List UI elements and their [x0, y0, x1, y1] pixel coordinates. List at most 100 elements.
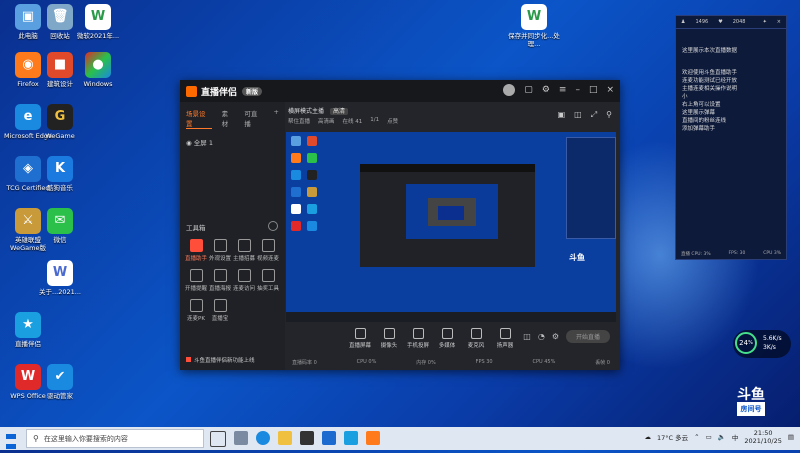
screen-capture-button[interactable]: 直播屏幕	[346, 327, 374, 349]
stream-stats: 帮住直播 高清画 在线 41 1/1 点赞	[288, 117, 399, 125]
heart-icon: ♥	[718, 19, 723, 25]
douyu-taskbar-icon[interactable]	[366, 431, 380, 445]
preview-side-panel	[566, 137, 616, 239]
mini-icon	[307, 153, 317, 163]
volume-icon[interactable]: 🔈	[718, 433, 726, 441]
more-icon[interactable]	[268, 221, 278, 231]
mini-icon	[291, 204, 301, 214]
eye-icon[interactable]: ◉	[186, 139, 192, 147]
panel-line: 欢迎使用斗鱼直播助手	[682, 70, 738, 76]
quality-badge[interactable]: 高清	[329, 108, 348, 115]
wegame-icon: G	[47, 104, 73, 130]
windows-start-icon[interactable]	[6, 433, 17, 449]
desktop-icon-driver[interactable]: ✔ 驱动管家	[34, 364, 86, 400]
panel-footer: 直播 CPU: 3% FPS: 30 CPU 3%	[681, 251, 781, 257]
scene-item[interactable]: ◉ 全屏 1	[180, 135, 285, 149]
desktop-icon-broadcast[interactable]: ★ 直播伴侣	[2, 312, 54, 348]
clock[interactable]: 21:50 2021/10/25	[744, 429, 781, 445]
close-icon[interactable]: ×	[777, 19, 781, 25]
panel-header: ♟ 1496 ♥ 2048 ✦ ×	[676, 16, 786, 29]
store-icon[interactable]	[300, 431, 314, 445]
desktop-icon-kugou[interactable]: K 酷狗音乐	[34, 156, 86, 192]
panel-line: 小	[682, 94, 688, 100]
desktop-icon-file-2[interactable]: W 保存并同步化...处理...	[508, 4, 560, 48]
window-controls: ▢ ⚙ ≡ – □ ×	[503, 84, 614, 96]
minimize-icon[interactable]: –	[575, 85, 580, 96]
media-button[interactable]: 多媒体	[433, 327, 461, 349]
network-icon[interactable]: ▭	[706, 433, 712, 441]
notification-icon[interactable]: ▤	[788, 433, 794, 441]
cortana-icon[interactable]	[234, 431, 248, 445]
edge-icon[interactable]	[256, 431, 270, 445]
weather-text[interactable]: 17°C 多云	[657, 432, 688, 442]
tab-scene[interactable]: 场景设置	[186, 108, 212, 129]
search-icon: ⚲	[33, 434, 39, 443]
desktop-icon-file-1[interactable]: W 微软2021年...	[72, 4, 124, 40]
tool-item[interactable]: 开播提醒	[184, 269, 208, 292]
feature-tip[interactable]: 斗鱼直播伴侣新功能上线	[186, 356, 255, 364]
camera-button[interactable]: 摄像头	[375, 327, 403, 349]
network-monitor-widget[interactable]: 24% 5.6K/s 3K/s	[733, 330, 791, 358]
desktop-icon-doc-2[interactable]: W 关于...2021...	[34, 260, 86, 296]
fullscreen-icon[interactable]: ⤢	[591, 110, 597, 120]
avatar[interactable]	[503, 84, 516, 96]
speaker-button[interactable]: 扬声器	[491, 327, 519, 349]
tool-item[interactable]: 抽奖工具	[256, 269, 280, 292]
tool-item[interactable]: 外观设置	[208, 239, 232, 262]
mode-info: 横屏模式主播 高清	[288, 106, 348, 115]
chevron-up-icon[interactable]: ⌃	[694, 433, 699, 441]
close-icon[interactable]: ×	[606, 85, 614, 96]
tool-item[interactable]: 直播宝	[208, 299, 232, 322]
tab-material[interactable]: 素材	[222, 108, 235, 129]
pin-icon[interactable]: ✦	[763, 19, 767, 25]
crop-icon[interactable]: ▣	[558, 110, 566, 120]
danmaku-panel[interactable]: ♟ 1496 ♥ 2048 ✦ × 这里展示本次直播数据 欢迎使用斗鱼直播助手 …	[675, 15, 787, 260]
settings-icon[interactable]: ⚙	[542, 85, 550, 96]
tool-item[interactable]: 主播招募	[232, 239, 256, 262]
monitor-icon	[354, 327, 366, 339]
nested-preview-3	[428, 198, 476, 226]
tool-item[interactable]: 连麦PK	[184, 299, 208, 322]
panel-line: 这里展示弹幕	[682, 110, 716, 116]
system-tray: ☁ 17°C 多云 ⌃ ▭ 🔈 中 21:50 2021/10/25 ▤	[645, 429, 794, 445]
tool-item[interactable]: 直播助手	[184, 239, 208, 262]
maximize-icon[interactable]: □	[589, 85, 598, 96]
task-view-icon[interactable]	[210, 431, 226, 447]
layout-icon[interactable]: ◫	[574, 110, 582, 120]
gift-icon[interactable]: ▢	[524, 85, 533, 96]
broadcast-taskbar-icon[interactable]	[344, 431, 358, 445]
tab-live[interactable]: 可直播	[244, 108, 263, 129]
scene-tabs: 场景设置 素材 可直播 +	[180, 102, 285, 135]
desktop-icon-wechat[interactable]: ✉ 微信	[34, 208, 86, 244]
tool-item[interactable]: 直播海报	[208, 269, 232, 292]
broadcast-app-window[interactable]: 直播伴侣 新版 ▢ ⚙ ≡ – □ × 场景设置 素材 可直播 + ◉ 全屏 1…	[180, 80, 620, 370]
weather-icon[interactable]: ☁	[645, 433, 652, 441]
mini-icon	[307, 187, 317, 197]
microphone-button[interactable]: 麦克风	[462, 327, 490, 349]
menu-icon[interactable]: ≡	[559, 85, 567, 96]
share-icon[interactable]: ⚲	[606, 110, 612, 120]
desktop-icon-wps[interactable]: ● Windows	[72, 52, 124, 88]
timer-icon[interactable]: ◔	[538, 332, 545, 341]
taskbar-search-input[interactable]: ⚲ 在这里输入你要搜索的内容	[26, 429, 204, 448]
tool-item[interactable]: 连麦访问	[232, 269, 256, 292]
start-live-button[interactable]: 开始直播	[565, 330, 610, 343]
add-icon[interactable]: +	[274, 108, 279, 129]
mini-icon	[291, 153, 301, 163]
alert-icon	[186, 357, 191, 362]
tool-item[interactable]: 视频连麦	[256, 239, 280, 262]
mail-icon[interactable]	[322, 431, 336, 445]
panel-line: 直播间的粉丝连线	[682, 118, 727, 124]
title-bar[interactable]: 直播伴侣 新版 ▢ ⚙ ≡ – □ ×	[180, 80, 620, 102]
record-icon[interactable]: ◫	[523, 332, 531, 341]
file-explorer-icon[interactable]	[278, 431, 292, 445]
tool-icon	[213, 299, 227, 312]
stream-preview[interactable]: 斗鱼	[286, 132, 616, 322]
language-indicator[interactable]: 中	[732, 432, 739, 442]
desktop-icon-wegame[interactable]: G WeGame	[34, 104, 86, 140]
gear-icon[interactable]: ⚙	[552, 332, 559, 341]
phone-cast-button[interactable]: 手机投屏	[404, 327, 432, 349]
mini-icon	[291, 136, 301, 146]
toolbox-grid: 直播助手 外观设置 主播招募 视频连麦 开播提醒 直播海报 连麦访问 抽奖工具 …	[184, 239, 284, 322]
music-icon: K	[47, 156, 73, 182]
